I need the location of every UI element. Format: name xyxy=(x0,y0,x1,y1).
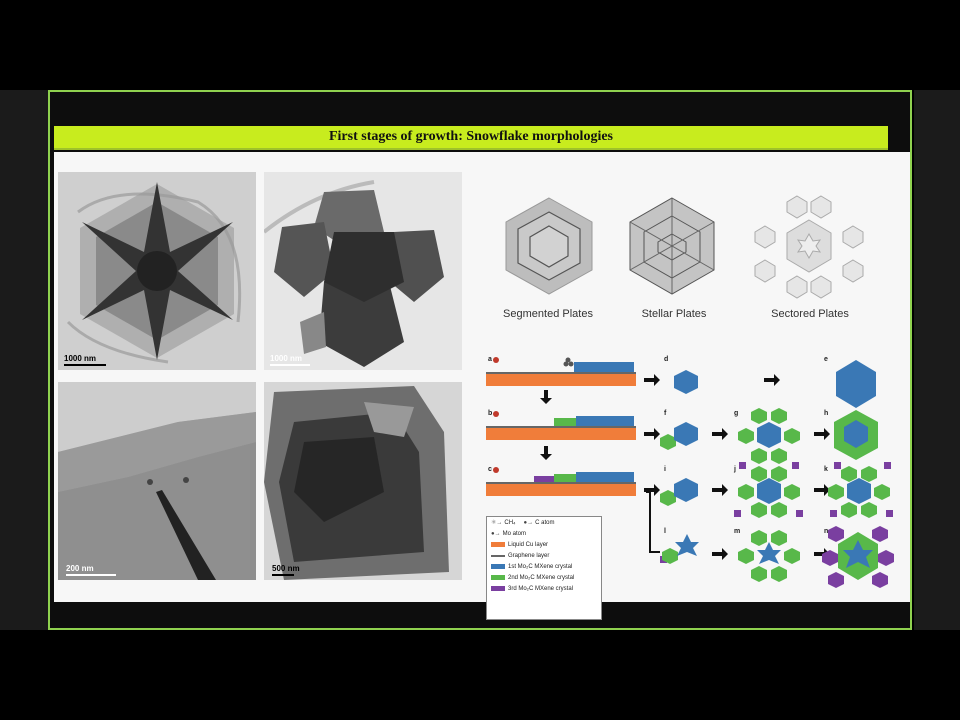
ch4-molecule-icon: ⚛→ xyxy=(491,520,503,526)
legend-label: 3rd Mo₂C MXene crystal xyxy=(508,585,574,592)
legend-liquid-cu: Liquid Cu layer xyxy=(487,539,601,550)
panel-letter-f: f xyxy=(664,410,667,417)
legend-label: 1st Mo₂C MXene crystal xyxy=(508,563,573,570)
cu-swatch xyxy=(491,542,505,547)
mxene1-swatch xyxy=(491,564,505,569)
scale-label: 200 nm xyxy=(66,564,94,573)
bottom-band xyxy=(54,604,910,626)
scale-label: 1000 nm xyxy=(270,354,303,363)
panel-letter-b: b xyxy=(488,410,493,417)
panel-letter-d: d xyxy=(664,356,669,363)
legend-label: 2nd Mo₂C MXene crystal xyxy=(508,574,575,581)
c-atom-icon: ●→ xyxy=(523,519,534,526)
slide-frame: First stages of growth: Snowflake morpho… xyxy=(48,90,912,630)
scale-bar-1: 1000 nm xyxy=(64,354,106,366)
micrograph-4: 500 nm xyxy=(264,382,462,580)
micrograph-3: 200 nm xyxy=(58,382,256,580)
legend-mxene3: 3rd Mo₂C MXene crystal xyxy=(487,583,601,594)
sectored-plate-illustration xyxy=(754,195,864,299)
scale-bar-4: 500 nm xyxy=(272,564,300,576)
panel-letter-n: n xyxy=(824,528,829,535)
panel-letter-a: a xyxy=(488,356,492,363)
graphene-swatch xyxy=(491,554,505,557)
panel-letter-e: e xyxy=(824,356,828,363)
left-letterbox xyxy=(0,90,48,630)
label-stellar-plates: Stellar Plates xyxy=(641,308,707,320)
slide-content: 1000 nm 1000 nm 200 nm 500 nm Segmented … xyxy=(54,152,910,602)
scheme-row-b xyxy=(486,411,660,440)
panel-letter-h: h xyxy=(824,410,829,417)
scale-bar-3: 200 nm xyxy=(66,564,116,576)
legend-graphene: Graphene layer xyxy=(487,550,601,561)
morphology-illustrations xyxy=(505,195,864,299)
legend-label: CH₄ xyxy=(504,519,516,526)
legend-mo-atom: ●→ Mo atom xyxy=(487,528,601,539)
panel-letter-m: m xyxy=(734,528,741,535)
label-sectored-plates: Sectored Plates xyxy=(771,308,849,320)
panel-letter-g: g xyxy=(734,410,739,417)
scale-label: 500 nm xyxy=(272,564,300,573)
panel-letter-c: c xyxy=(488,466,492,473)
panel-letter-j: j xyxy=(734,466,736,473)
stellar-plate-illustration xyxy=(629,197,715,295)
mxene3-swatch xyxy=(491,586,505,591)
scheme-row-a xyxy=(486,357,660,386)
label-segmented-plates: Segmented Plates xyxy=(503,308,593,320)
segmented-plate-illustration xyxy=(505,197,593,295)
mo-atom-icon: ●→ xyxy=(491,530,501,537)
title-bar: First stages of growth: Snowflake morpho… xyxy=(54,126,888,150)
legend: ⚛→ CH₄ ●→ C atom ●→ Mo atom Liquid Cu la… xyxy=(486,516,602,620)
scale-bar-2: 1000 nm xyxy=(270,354,310,366)
micrograph-2: 1000 nm xyxy=(264,172,462,370)
right-letterbox xyxy=(914,90,960,630)
legend-mxene2: 2nd Mo₂C MXene crystal xyxy=(487,572,601,583)
scheme-row-c xyxy=(486,467,660,496)
mxene2-swatch xyxy=(491,575,505,580)
legend-label: Liquid Cu layer xyxy=(508,541,549,548)
panel-letter-l: l xyxy=(664,528,666,535)
legend-mxene1: 1st Mo₂C MXene crystal xyxy=(487,561,601,572)
panel-letter-k: k xyxy=(824,466,828,473)
legend-label: C atom xyxy=(535,519,555,526)
micrograph-1: 1000 nm xyxy=(58,172,256,370)
slide-title: First stages of growth: Snowflake morpho… xyxy=(328,129,613,144)
panel-letter-i: i xyxy=(664,466,666,473)
legend-label: Graphene layer xyxy=(508,552,550,559)
legend-ch4: ⚛→ CH₄ ●→ C atom xyxy=(487,517,601,528)
scale-label: 1000 nm xyxy=(64,354,97,363)
legend-label: Mo atom xyxy=(502,530,526,537)
